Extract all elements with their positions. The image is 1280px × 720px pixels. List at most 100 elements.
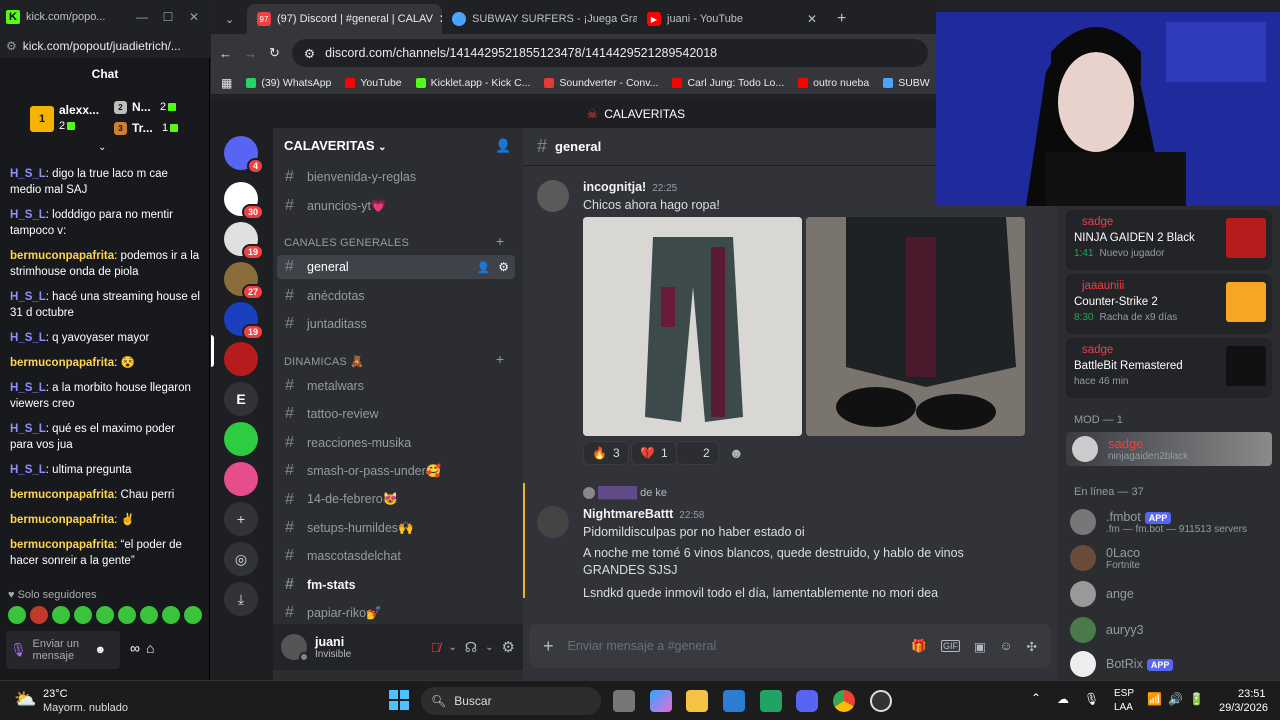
emote-icon[interactable] — [140, 606, 158, 624]
invite-people-icon[interactable]: 👤 — [495, 138, 511, 154]
wifi-icon[interactable]: 📶 — [1147, 692, 1162, 706]
kick-address-bar[interactable]: ⚙ kick.com/popout/juadietrich/... — [0, 34, 210, 58]
address-bar[interactable]: ⚙ discord.com/channels/14144295218551234… — [291, 39, 928, 67]
file-explorer-icon[interactable] — [686, 690, 708, 712]
microphone-icon[interactable]: 🎙 — [1084, 692, 1099, 706]
channel-item[interactable]: # papiar-riko💅 — [277, 601, 515, 625]
avatar[interactable] — [537, 506, 569, 538]
server-icon[interactable] — [224, 462, 258, 496]
channel-item[interactable]: # general 👤 ⚙ — [277, 255, 515, 279]
site-info-icon[interactable]: ⚙ — [6, 39, 17, 53]
member-item[interactable]: .fmbot APP .fm — fm.bot — 911513 servers — [1070, 506, 1270, 538]
discord-taskbar-icon[interactable] — [796, 690, 818, 712]
discover-icon[interactable]: ◎ — [224, 542, 258, 576]
channel-item[interactable]: # smash-or-pass-under🥰 — [277, 459, 515, 483]
chat-username[interactable]: H_S_L — [10, 209, 46, 221]
apps-icon[interactable]: ✣ — [1027, 639, 1037, 654]
taskbar-search[interactable]: 🔍︎ Buscar — [421, 687, 601, 715]
channel-item[interactable]: # setups-humildes🙌 — [277, 516, 515, 540]
server-icon[interactable] — [224, 342, 258, 376]
gif-icon[interactable]: GIF — [940, 640, 960, 652]
channel-item[interactable]: # metalwars — [277, 374, 515, 398]
server-icon[interactable] — [224, 422, 258, 456]
tab-discord[interactable]: 97 (97) Discord | #general | CALAV ✕ — [247, 4, 442, 34]
copilot-icon[interactable] — [650, 690, 672, 712]
server-icon[interactable]: 19 — [224, 302, 264, 340]
message-composer[interactable]: + Enviar mensaje a #general 🎁 GIF ▣ ☺ ✣ — [529, 624, 1051, 668]
excel-icon[interactable] — [760, 690, 782, 712]
activity-card[interactable]: jaaauniii Counter-Strike 2 8:30 Racha de x9… — [1066, 274, 1272, 334]
headphones-icon[interactable]: ☊ — [465, 639, 477, 656]
close-tab-icon[interactable]: ✕ — [807, 12, 817, 26]
avatar[interactable] — [537, 180, 569, 212]
clock-time[interactable]: 23:51 — [1238, 688, 1266, 700]
forward-icon[interactable]: → — [244, 46, 257, 61]
category-dinamicas[interactable]: DINAMICAS 🧸 — [284, 355, 364, 368]
emote-icon[interactable] — [30, 606, 48, 624]
microphone-icon[interactable]: 🎙 — [10, 642, 27, 658]
member-item[interactable]: 0Laco Fortnite — [1070, 542, 1270, 574]
battery-icon[interactable]: 🔋 — [1189, 692, 1204, 706]
reaction-chip[interactable]: 2 — [676, 441, 719, 465]
activity-card[interactable]: sadge BattleBit Remastered hace 46 min — [1066, 338, 1272, 398]
server-icon[interactable]: E — [224, 382, 258, 416]
chat-username[interactable]: H_S_L — [10, 168, 46, 180]
expand-chevron-icon[interactable]: ⌄ — [98, 142, 106, 153]
create-channel-icon[interactable]: + — [496, 233, 504, 249]
chrome-taskbar-icon[interactable] — [833, 690, 855, 712]
reaction-chip[interactable]: 🔥 3 — [583, 441, 629, 465]
bookmark-item[interactable]: (39) WhatsApp — [246, 77, 331, 89]
language-code[interactable]: ESP — [1114, 688, 1134, 699]
chat-username[interactable]: H_S_L — [10, 332, 46, 344]
channel-item[interactable]: # anécdotas — [277, 284, 515, 308]
emote-icon[interactable] — [8, 606, 26, 624]
channel-settings-icon[interactable]: ⚙ — [498, 260, 509, 274]
avatar[interactable] — [281, 634, 309, 662]
minimize-icon[interactable]: — — [132, 10, 152, 24]
server-icon[interactable]: 30 — [224, 182, 264, 220]
invite-icon[interactable]: 👤 — [477, 261, 491, 274]
obs-icon[interactable] — [870, 690, 892, 712]
server-icon[interactable]: 19 — [224, 222, 264, 260]
chat-username[interactable]: bermuconpapafrita — [10, 250, 114, 262]
channel-item[interactable]: # reacciones-musika — [277, 431, 515, 455]
emoji-icon[interactable]: ☺ — [1000, 639, 1013, 653]
bookmark-item[interactable]: Kicklet.app - Kick C... — [415, 77, 530, 89]
add-reaction-icon[interactable]: ☻ — [729, 445, 744, 461]
sticker-icon[interactable]: ▣ — [974, 639, 986, 654]
user-info[interactable]: juani Invisible — [315, 635, 423, 660]
message-author[interactable]: NightmareBattt 22:58 — [583, 507, 704, 521]
tab-youtube[interactable]: ▶ juani - YouTube ✕ — [637, 4, 827, 34]
server-icon[interactable]: 4 — [224, 136, 264, 174]
chat-username[interactable]: H_S_L — [10, 382, 46, 394]
category-canales-generales[interactable]: CANALES GENERALES — [284, 237, 409, 249]
tab-subway-surfers[interactable]: SUBWAY SURFERS - ¡Juega Gra ✕ — [442, 4, 637, 34]
emote-icon[interactable] — [96, 606, 114, 624]
member-item[interactable]: ange — [1070, 578, 1270, 610]
chevron-down-icon[interactable]: ⌄ — [485, 642, 493, 653]
create-channel-icon[interactable]: + — [496, 351, 504, 367]
chat-username[interactable]: bermuconpapafrita — [10, 514, 114, 526]
back-icon[interactable]: ← — [219, 46, 232, 61]
add-server-icon[interactable]: + — [224, 502, 258, 536]
emote-icon[interactable] — [52, 606, 70, 624]
chevron-down-icon[interactable]: ⌄ — [448, 642, 456, 653]
infinity-icon[interactable]: ∞ — [130, 640, 140, 656]
chat-username[interactable]: bermuconpapafrita — [10, 357, 114, 369]
store-icon[interactable]: ⌂ — [146, 640, 154, 656]
reaction-chip[interactable]: 💔 1 — [631, 441, 677, 465]
close-icon[interactable]: ✕ — [184, 10, 204, 24]
emoji-icon[interactable]: ☻ — [95, 644, 107, 656]
channel-item[interactable]: # mascotasdelchat — [277, 544, 515, 568]
apps-grid-icon[interactable]: ▦ — [221, 76, 232, 90]
download-apps-icon[interactable]: ⤓ — [224, 582, 258, 616]
bookmark-item[interactable]: SUBW — [883, 77, 930, 89]
emote-icon[interactable] — [184, 606, 202, 624]
channel-item[interactable]: # tattoo-review — [277, 402, 515, 426]
reply-preview[interactable]: █████ de ke — [583, 487, 667, 500]
channel-item[interactable]: # bienvenida-y-reglas — [277, 165, 515, 189]
photo-jeans-laid-out[interactable] — [583, 217, 802, 436]
channel-item[interactable]: #14-de-febrero😻 — [277, 488, 515, 512]
start-button[interactable] — [389, 690, 409, 710]
member-item[interactable]: sadge ninjagaiden2black — [1066, 432, 1272, 466]
